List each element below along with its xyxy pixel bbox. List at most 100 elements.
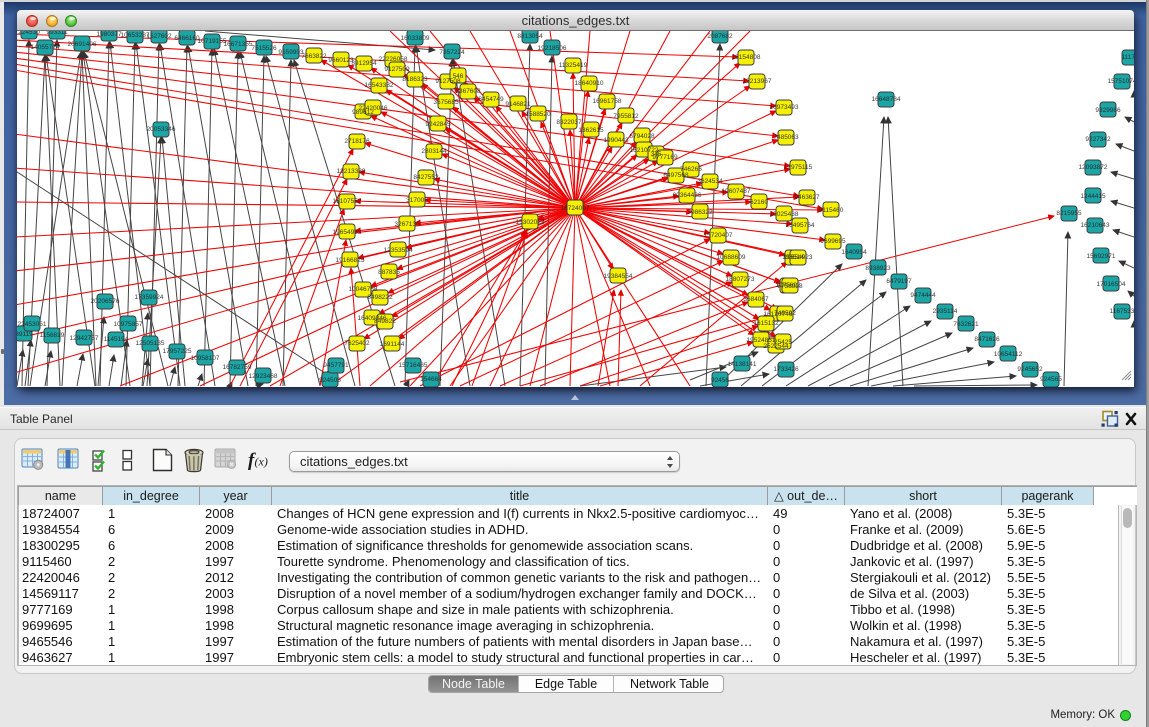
svg-text:39119: 39119 [17,331,33,338]
svg-text:10973493: 10973493 [770,104,799,111]
svg-text:17359924: 17359924 [135,294,164,301]
svg-text:12942757: 12942757 [70,335,99,342]
svg-text:15716485: 15716485 [399,362,428,369]
svg-text:9756928: 9756928 [777,283,803,290]
svg-text:9559903: 9559903 [278,49,304,56]
svg-text:887835: 887835 [378,269,400,276]
svg-text:546: 546 [453,73,464,80]
svg-text:16782759: 16782759 [223,364,252,371]
svg-text:19654923: 19654923 [784,254,813,261]
svg-text:746266: 746266 [680,166,702,173]
svg-text:22420046: 22420046 [359,105,388,112]
svg-text:10719155: 10719155 [198,38,227,45]
svg-text:7515526: 7515526 [251,45,277,52]
svg-text:17016504: 17016504 [1097,281,1126,288]
svg-text:924506: 924506 [319,377,341,384]
svg-text:16107552: 16107552 [333,198,362,205]
svg-text:18640910: 18640910 [575,80,604,87]
svg-text:15495764: 15495764 [786,222,815,229]
svg-text:1691144: 1691144 [380,341,405,348]
svg-text:317006: 317006 [406,197,428,204]
svg-text:16543382: 16543382 [365,82,394,89]
svg-text:924565: 924565 [1040,376,1062,383]
svg-text:3267130: 3267130 [394,221,420,228]
svg-text:9242845: 9242845 [425,121,451,128]
svg-text:11172: 11172 [1121,54,1134,61]
svg-text:22226058: 22226058 [379,56,408,63]
svg-text:14055724: 14055724 [31,44,60,51]
svg-text:1733426: 1733426 [773,366,799,373]
svg-text:7485063: 7485063 [773,134,799,141]
svg-text:9245652: 9245652 [1017,366,1043,373]
svg-text:10975857: 10975857 [114,321,143,328]
svg-text:10025438: 10025438 [770,211,799,218]
svg-text:7625402: 7625402 [344,340,370,347]
svg-text:12213389: 12213389 [337,168,366,175]
svg-text:10046788: 10046788 [349,286,378,293]
svg-text:7663822: 7663822 [301,53,327,60]
svg-text:3675685: 3675685 [433,99,459,106]
svg-text:6466160: 6466160 [174,35,200,42]
svg-text:16033809: 16033809 [401,35,430,42]
svg-text:14138141: 14138141 [728,361,757,368]
svg-text:92456: 92456 [711,377,729,384]
svg-text:6794028: 6794028 [629,133,655,140]
svg-text:849822: 849822 [374,318,396,325]
svg-text:1244415: 1244415 [1080,193,1106,200]
svg-text:12505135: 12505135 [136,340,165,347]
svg-text:9777169: 9777169 [652,154,678,161]
svg-text:2935114: 2935114 [933,308,958,315]
svg-text:9115460: 9115460 [819,207,844,214]
svg-text:1615132: 1615132 [753,320,779,327]
svg-text:16210643: 16210643 [1081,222,1110,229]
svg-text:12093872: 12093872 [1079,164,1108,171]
svg-text:1167533: 1167533 [1110,308,1134,315]
svg-text:8498222: 8498222 [367,294,393,301]
svg-text:18807273: 18807273 [726,276,755,283]
svg-text:3684067: 3684067 [743,296,769,303]
svg-text:15302023: 15302023 [516,219,545,226]
svg-text:1980377: 1980377 [96,31,122,38]
svg-text:19218506: 19218506 [538,45,567,52]
svg-text:9329966: 9329966 [1095,107,1121,114]
svg-text:16961758: 16961758 [593,98,622,105]
svg-text:8454749: 8454749 [478,96,504,103]
svg-text:9457791: 9457791 [323,362,349,369]
svg-text:17957225: 17957225 [163,348,192,355]
svg-text:20691406: 20691406 [68,41,97,48]
svg-text:8186323: 8186323 [402,76,428,83]
svg-text:8471626: 8471626 [974,336,1000,343]
svg-text:11325419: 11325419 [559,62,588,69]
svg-text:7986322: 7986322 [687,209,713,216]
svg-text:6497568: 6497568 [663,172,689,179]
svg-text:746592: 746592 [774,310,796,317]
svg-text:1990443: 1990443 [603,137,629,144]
svg-text:10958107: 10958107 [191,355,220,362]
svg-text:10654112: 10654112 [994,351,1023,358]
svg-text:25425: 25425 [774,339,792,346]
svg-text:8938923: 8938923 [865,265,891,272]
svg-text:22453051: 22453051 [18,321,47,328]
svg-text:12975115: 12975115 [784,164,813,171]
svg-text:9463627: 9463627 [794,194,820,201]
svg-text:2803144: 2803144 [421,148,447,155]
svg-text:1640954: 1640954 [841,249,867,256]
svg-text:9146821: 9146821 [505,101,531,108]
svg-text:19654933: 19654933 [333,229,362,236]
svg-text:15692971: 15692971 [1087,253,1116,260]
svg-text:8322037: 8322037 [556,119,582,126]
svg-text:1362615: 1362615 [578,127,604,134]
svg-text:12923468: 12923468 [249,373,278,380]
svg-text:15720407: 15720407 [704,232,733,239]
svg-text:1527602: 1527602 [146,33,172,40]
svg-text:7955812: 7955812 [613,113,639,120]
svg-text:224530: 224530 [18,31,40,36]
svg-text:3624534: 3624534 [697,178,723,185]
svg-text:8813054: 8813054 [517,33,543,40]
svg-text:2367608: 2367608 [455,88,481,95]
svg-text:20206576: 20206576 [91,298,120,305]
svg-text:7357224: 7357224 [439,49,465,56]
svg-text:2087682: 2087682 [707,33,733,40]
svg-text:9660123: 9660123 [328,57,354,64]
svg-text:16671355: 16671355 [224,41,253,48]
